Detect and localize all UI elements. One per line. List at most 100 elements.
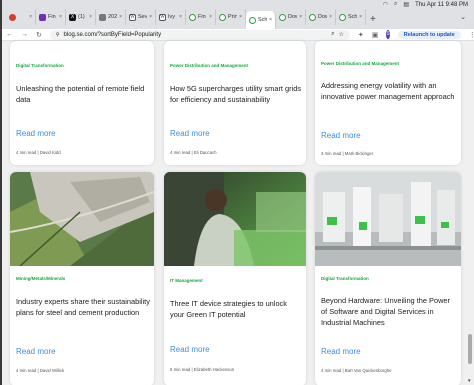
- close-tab-icon[interactable]: ×: [329, 14, 332, 20]
- article-card[interactable]: Mining/Metals/Minerals Industry experts …: [10, 172, 154, 385]
- close-tab-icon[interactable]: ×: [119, 14, 122, 20]
- read-more-link[interactable]: Read more: [170, 345, 210, 354]
- close-tab-icon[interactable]: ×: [149, 14, 152, 20]
- browser-tab[interactable]: Sch ×: [246, 11, 276, 29]
- browser-tab[interactable]: Fin ×: [186, 9, 216, 25]
- read-more-link[interactable]: Read more: [321, 131, 361, 140]
- browser-tab[interactable]: Dow×: [276, 9, 306, 25]
- close-tab-icon[interactable]: ×: [89, 14, 92, 20]
- close-tab-icon[interactable]: ×: [269, 17, 272, 23]
- tab-title: Sev: [138, 14, 148, 20]
- url-text: blog.se.com/?sortByField=Popularity: [63, 31, 162, 38]
- relaunch-button[interactable]: Relaunch to update: [397, 30, 461, 39]
- green-circle-icon: [249, 16, 256, 24]
- back-icon[interactable]: ←: [6, 31, 13, 38]
- red-dot-icon: [9, 13, 16, 21]
- browser-tab[interactable]: W Ivy ×: [156, 9, 186, 25]
- tab-search-chevron-icon[interactable]: ⌄: [460, 13, 466, 21]
- menu-kebab-icon[interactable]: ⋮: [469, 31, 474, 39]
- tab-title: Fin: [48, 14, 56, 20]
- mac-menu-bar: ◠ ⌕ ▤ Thu Apr 11 9:48 PM: [2, 0, 474, 9]
- zoom-icon[interactable]: ⌕: [331, 31, 334, 38]
- article-card[interactable]: Digital Transformation Unleashing the po…: [10, 41, 154, 165]
- tab-title: (1): [78, 14, 85, 20]
- browser-tab[interactable]: Dow×: [306, 9, 336, 25]
- card-meta: 3 min read | Mark Bickinger: [321, 151, 374, 156]
- card-meta: 4 min read | David Kidd: [16, 150, 61, 155]
- extensions-icon[interactable]: ✦: [358, 31, 364, 39]
- tab-title: 202: [108, 14, 118, 20]
- tab-title: Ivy: [168, 14, 176, 20]
- card-category[interactable]: Digital Transformation: [321, 276, 369, 281]
- card-category[interactable]: Mining/Metals/Minerals: [16, 276, 65, 281]
- control-center-icon[interactable]: ▤: [403, 1, 409, 8]
- card-title[interactable]: Industry experts share their sustainabil…: [16, 296, 150, 318]
- search-icon[interactable]: ⌕: [394, 1, 397, 8]
- site-info-icon[interactable]: ⚲: [56, 32, 60, 38]
- wifi-icon[interactable]: ◠: [383, 1, 388, 8]
- green-circle-icon: [219, 13, 226, 21]
- read-more-link[interactable]: Read more: [321, 347, 361, 356]
- menubar-clock[interactable]: Thu Apr 11 9:48 PM: [415, 2, 468, 8]
- card-category[interactable]: IT Management: [170, 278, 203, 283]
- purple-e-icon: [39, 13, 46, 21]
- browser-tab[interactable]: ×: [6, 9, 36, 25]
- card-meta: 4 min read | Eli Daccach: [170, 150, 217, 155]
- sidebar-icon[interactable]: ▣: [372, 31, 379, 39]
- scrollbar-thumb[interactable]: [468, 334, 472, 364]
- browser-tab[interactable]: X (1) ×: [66, 9, 96, 25]
- profile-avatar[interactable]: S: [386, 30, 390, 39]
- tab-title: Prin: [228, 14, 238, 20]
- tab-title: Fin: [198, 14, 206, 20]
- bookmark-star-icon[interactable]: ☆: [338, 31, 343, 38]
- card-title[interactable]: Unleashing the potential of remote field…: [16, 83, 150, 105]
- tab-title: Dow: [288, 14, 297, 20]
- aerial-quarry-image[interactable]: [10, 172, 154, 266]
- browser-window: ◠ ⌕ ▤ Thu Apr 11 9:48 PM × Fin × X (1) × 202 × W…: [2, 0, 474, 385]
- tab-bar: ×Fin×X(1)×202×WSev×WIvy×Fin×Prin×Sch×Dow…: [2, 9, 474, 29]
- close-tab-icon[interactable]: ×: [29, 14, 32, 20]
- card-title[interactable]: Beyond Hardware: Unveiling the Power of …: [321, 295, 457, 328]
- article-card[interactable]: Digital Transformation Beyond Hardware: …: [315, 172, 461, 385]
- browser-tab[interactable]: Fin ×: [36, 9, 66, 25]
- green-circle-icon: [189, 13, 196, 21]
- card-category[interactable]: Power Distribution and Management: [170, 63, 248, 68]
- url-field[interactable]: ⚲ blog.se.com/?sortByField=Popularity ⌕ …: [49, 29, 350, 40]
- close-tab-icon[interactable]: ×: [179, 14, 182, 20]
- browser-tab[interactable]: 202 ×: [96, 9, 126, 25]
- browser-tab[interactable]: Sch ×: [336, 9, 366, 25]
- green-circle-icon: [339, 13, 346, 21]
- tab-title: Sch: [348, 14, 358, 20]
- browser-tab[interactable]: Prin ×: [216, 9, 246, 25]
- wikipedia-icon: W: [129, 13, 136, 21]
- close-tab-icon[interactable]: ×: [209, 14, 212, 20]
- green-circle-icon: [279, 13, 286, 21]
- forward-icon[interactable]: →: [21, 31, 28, 38]
- card-category[interactable]: Power Distribution and Management: [321, 61, 399, 66]
- read-more-link[interactable]: Read more: [16, 347, 56, 356]
- article-card[interactable]: Power Distribution and Management Addres…: [315, 41, 461, 165]
- scroll-down-icon[interactable]: ▾: [468, 378, 471, 384]
- new-tab-button[interactable]: +: [370, 14, 376, 25]
- wikipedia-icon: W: [159, 13, 166, 21]
- card-category[interactable]: Digital Transformation: [16, 63, 64, 68]
- page-scrollbar[interactable]: [468, 44, 472, 374]
- close-tab-icon[interactable]: ×: [359, 14, 362, 20]
- close-tab-icon[interactable]: ×: [299, 14, 302, 20]
- tab-title: Sch: [258, 17, 268, 23]
- read-more-link[interactable]: Read more: [170, 129, 210, 138]
- person-with-device-image[interactable]: [164, 172, 306, 266]
- article-card[interactable]: Power Distribution and Management How 5G…: [164, 41, 306, 165]
- card-title[interactable]: How 5G supercharges utility smart grids …: [170, 83, 302, 105]
- card-meta: 4 min read | Bart Van Quickenborghe: [321, 368, 392, 373]
- card-title[interactable]: Addressing energy volatility with an inn…: [321, 80, 457, 102]
- article-card[interactable]: IT Management Three IT device strategies…: [164, 172, 306, 385]
- read-more-link[interactable]: Read more: [16, 129, 56, 138]
- card-title[interactable]: Three IT device strategies to unlock you…: [170, 298, 302, 320]
- close-tab-icon[interactable]: ×: [59, 14, 62, 20]
- x-logo-icon: X: [69, 13, 76, 21]
- browser-tab[interactable]: W Sev ×: [126, 9, 156, 25]
- reload-icon[interactable]: ↻: [36, 31, 42, 39]
- close-tab-icon[interactable]: ×: [239, 14, 242, 20]
- industrial-machines-image[interactable]: [315, 172, 461, 266]
